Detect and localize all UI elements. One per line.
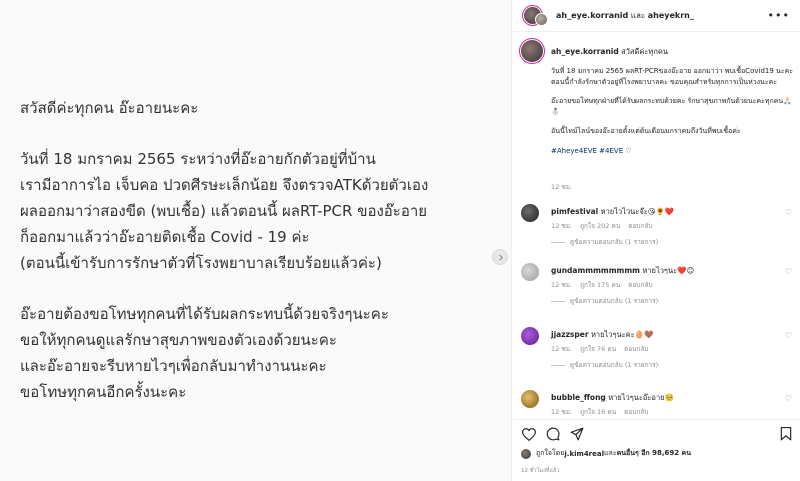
post-image-text: สวัสดีค่ะทุกคน อ๊ะอายนะคะ วันที่ 18 มกรา… [20,95,500,405]
post-date[interactable]: 12 ชั่วโมงที่แล้ว [521,467,559,475]
more-horizontal-icon[interactable]: ••• [768,9,790,22]
heart-icon[interactable] [521,426,537,442]
bookmark-icon[interactable] [778,426,794,442]
comment-text: หายไวๆนะ❤️😊 [642,266,695,275]
avatar[interactable] [521,40,543,62]
post-sidebar: ah_eye.korranid และ aheyekrn_ ••• ah_eye… [513,0,800,481]
comment-meta: 12 ชม. ถูกใจ 76 คน ตอบกลับ [551,344,656,354]
comment-meta: 12 ชม. ถูกใจ 175 คน ตอบกลับ [551,280,661,290]
comment-time[interactable]: 12 ชม. [551,345,572,353]
heart-icon: ♡ [625,146,632,155]
reply-button[interactable]: ตอบกลับ [628,281,652,289]
post-text-line: วันที่ 18 มกราคม 2565 ระหว่างที่อ๊ะอายกั… [20,150,376,168]
caption-header: ah_eye.korranid สวัสดีค่ะทุกคน [551,46,668,58]
comment-text-line: pimfestival หายไวไวนะจ๊ะ😘🌻❤️ [551,206,674,218]
post-header: ah_eye.korranid และ aheyekrn_ ••• [513,0,800,32]
view-replies-button[interactable]: ดูข้อความตอบกลับ (1 รายการ) [551,296,658,306]
likes-prefix: ถูกใจโดย [536,449,565,457]
action-bar [513,419,800,443]
comment-meta: 12 ชม. ถูกใจ 16 คน ตอบกลับ [551,407,656,417]
comment-username[interactable]: jjazzsper [551,330,589,339]
comment-username[interactable]: bubble_ffong [551,393,606,402]
heart-icon[interactable]: ♡ [785,394,792,403]
collaborator-avatar[interactable] [535,13,548,26]
comment-icon[interactable] [545,426,561,442]
collaborator-link[interactable]: aheyekrn_ [648,11,694,20]
comment-text-line: gundammmmmmmm หายไวๆนะ❤️😊 [551,265,694,277]
view-replies-label: ดูข้อความตอบกลับ (1 รายการ) [570,238,659,246]
caption-username[interactable]: ah_eye.korranid [551,47,619,56]
post-text-line: ขอโทษทุกคนอีกครั้งนะคะ [20,383,187,401]
view-replies-label: ดูข้อความตอบกลับ (1 รายการ) [570,361,659,369]
heart-icon[interactable]: ♡ [785,331,792,340]
chevron-right-icon[interactable] [492,249,508,265]
heart-icon[interactable]: ♡ [785,267,792,276]
post-text-line: และอ๊ะอายจะรีบหายไวๆเพื่อกลับมาทำงานนะคะ [20,357,327,375]
view-replies-label: ดูข้อความตอบกลับ (1 รายการ) [570,297,659,305]
caption-paragraph: วันที่ 18 มกราคม 2565 ผลRT-PCRของอ๊ะอาย … [551,67,794,86]
caption-body: วันที่ 18 มกราคม 2565 ผลRT-PCRของอ๊ะอาย … [551,66,795,156]
comment-text: หายไวไวนะจ๊ะ😘🌻❤️ [600,207,675,216]
reply-button[interactable]: ตอบกลับ [628,222,652,230]
post-text-line: ผลออกมาว่าสองขีด (พบเชื้อ) แล้วตอนนี้ ผล… [20,202,428,220]
post-text-line: ขอให้ทุกคนดูแลรักษาสุขภาพของตัวเองด้วยนะ… [20,331,337,349]
avatar[interactable] [521,263,539,281]
likes-summary: ถูกใจโดย j.kim4real และ คนอื่นๆ อีก 98,6… [521,448,691,459]
avatar[interactable] [521,390,539,408]
caption-paragraph: อ๊ะอายขอโทษทุกฝ่ายที่ได้รับผลกระทบด้วยคะ… [551,97,792,116]
hashtags[interactable]: #Aheye4EVE #4EVE [551,147,623,155]
comment-time[interactable]: 12 ชม. [551,281,572,289]
avatar[interactable] [521,327,539,345]
avatar[interactable] [521,204,539,222]
avatar[interactable] [521,448,531,459]
comment-username[interactable]: gundammmmmmmm [551,266,640,275]
caption-greeting: สวัสดีค่ะทุกคน [621,47,669,56]
caption-hashtags[interactable]: #Aheye4EVE #4EVE ♡ [551,146,795,157]
authors-connector: และ [628,11,648,20]
comment-text: หายไวๆนะอ๊ะอาย🥺 [608,393,674,402]
comment-text-line: bubble_ffong หายไวๆนะอ๊ะอาย🥺 [551,392,674,404]
post-text-line: สวัสดีค่ะทุกคน อ๊ะอายนะคะ [20,99,199,117]
post-authors: ah_eye.korranid และ aheyekrn_ [556,9,694,22]
caption-paragraph: อันนี้ไทม์ไลน์ของอ๊ะอายตั้งแต่ต้นเดือนมก… [551,127,741,135]
heart-icon[interactable]: ♡ [785,208,792,217]
comment-likes[interactable]: ถูกใจ 76 คน [580,345,616,353]
caption-timestamp[interactable]: 12 ชม. [551,182,572,192]
post-text-line: เรามีอาการไอ เจ็บคอ ปวดศีรษะเล็กน้อย จึง… [20,176,429,194]
comment-time[interactable]: 12 ชม. [551,222,572,230]
reply-button[interactable]: ตอบกลับ [624,345,648,353]
likes-others[interactable]: คนอื่นๆ อีก 98,692 คน [617,448,691,459]
comment-time[interactable]: 12 ชม. [551,408,572,416]
comment-likes[interactable]: ถูกใจ 16 คน [580,408,616,416]
comment-text-line: jjazzsper หายไวๆนะคะ🥚🤎 [551,329,653,341]
view-replies-button[interactable]: ดูข้อความตอบกลับ (1 รายการ) [551,237,658,247]
share-icon[interactable] [569,426,585,442]
post-text-line: ก็ออกมาแล้วว่าอ๊ะอายติดเชื้อ Covid - 19 … [20,228,310,246]
post-image: สวัสดีค่ะทุกคน อ๊ะอายนะคะ วันที่ 18 มกรา… [0,0,512,481]
comment-text: หายไวๆนะคะ🥚🤎 [590,330,654,339]
liker-username[interactable]: j.kim4real [564,450,604,458]
comment-meta: 12 ชม. ถูกใจ 202 คน ตอบกลับ [551,221,661,231]
comment-username[interactable]: pimfestival [551,207,598,216]
author-link[interactable]: ah_eye.korranid [556,11,628,20]
likes-connector: และ [604,449,617,457]
reply-button[interactable]: ตอบกลับ [624,408,648,416]
comment-likes[interactable]: ถูกใจ 202 คน [580,222,620,230]
comment-likes[interactable]: ถูกใจ 175 คน [580,281,620,289]
post-text-line: (ตอนนี้เข้ารับการรักษาตัวที่โรงพยาบาลเรี… [20,254,382,272]
view-replies-button[interactable]: ดูข้อความตอบกลับ (1 รายการ) [551,360,658,370]
post-text-line: อ๊ะอายต้องขอโทษทุกคนที่ได้รับผลกระทบนี้ด… [20,305,389,323]
